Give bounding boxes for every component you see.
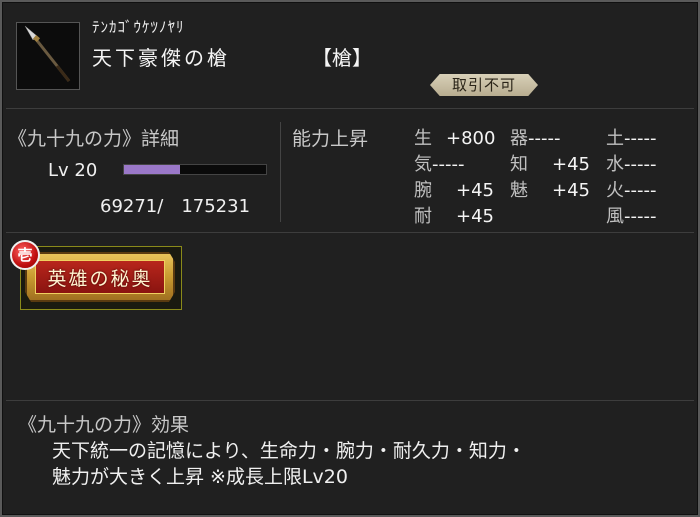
item-detail-window: ﾃﾝｶｺﾞｳｹﾂﾉﾔﾘ 天下豪傑の槍 【槍】 取引不可 《九十九の力》詳細 Lv… bbox=[0, 0, 700, 517]
stat-item: 火----- bbox=[606, 180, 657, 201]
skill-slot[interactable]: 英雄の秘奥 bbox=[20, 246, 182, 310]
skill-label: 英雄の秘奥 bbox=[35, 260, 165, 294]
stat-item: 気----- bbox=[414, 154, 465, 175]
vertical-divider bbox=[280, 122, 281, 222]
level-label: Lv 20 bbox=[48, 160, 98, 181]
ability-title: 能力上昇 bbox=[292, 128, 369, 150]
divider bbox=[6, 232, 694, 233]
stat-item: 土----- bbox=[606, 128, 657, 149]
stat-item: 水----- bbox=[606, 154, 657, 175]
spear-icon bbox=[24, 25, 71, 82]
trade-status-badge: 取引不可 bbox=[430, 74, 538, 96]
item-name: 天下豪傑の槍 bbox=[92, 46, 230, 70]
effect-title: 《九十九の力》効果 bbox=[18, 414, 190, 436]
stat-item: 知 +45 bbox=[510, 154, 590, 175]
effect-line-1: 天下統一の記憶により、生命力・腕力・耐久力・知力・ bbox=[52, 440, 526, 462]
skill-rank-badge: 壱 bbox=[10, 240, 40, 270]
effect-line-2: 魅力が大きく上昇 ※成長上限Lv20 bbox=[52, 466, 348, 488]
item-reading: ﾃﾝｶｺﾞｳｹﾂﾉﾔﾘ bbox=[92, 18, 185, 36]
stat-item: 耐 +45 bbox=[414, 206, 494, 227]
exp-bar bbox=[123, 164, 267, 175]
skill-button[interactable]: 英雄の秘奥 bbox=[25, 252, 175, 302]
stat-item: 魅 +45 bbox=[510, 180, 590, 201]
detail-title: 《九十九の力》詳細 bbox=[8, 128, 180, 150]
divider bbox=[6, 400, 694, 401]
item-icon-frame bbox=[16, 22, 80, 90]
stat-item: 腕 +45 bbox=[414, 180, 494, 201]
exp-bar-fill bbox=[124, 165, 181, 174]
exp-text: 69271/ 175231 bbox=[100, 196, 251, 217]
stat-item: 生 +800 bbox=[414, 128, 496, 149]
stat-item: 風----- bbox=[606, 206, 657, 227]
item-type: 【槍】 bbox=[312, 46, 372, 70]
divider bbox=[6, 108, 694, 109]
stat-item: 器----- bbox=[510, 128, 561, 149]
